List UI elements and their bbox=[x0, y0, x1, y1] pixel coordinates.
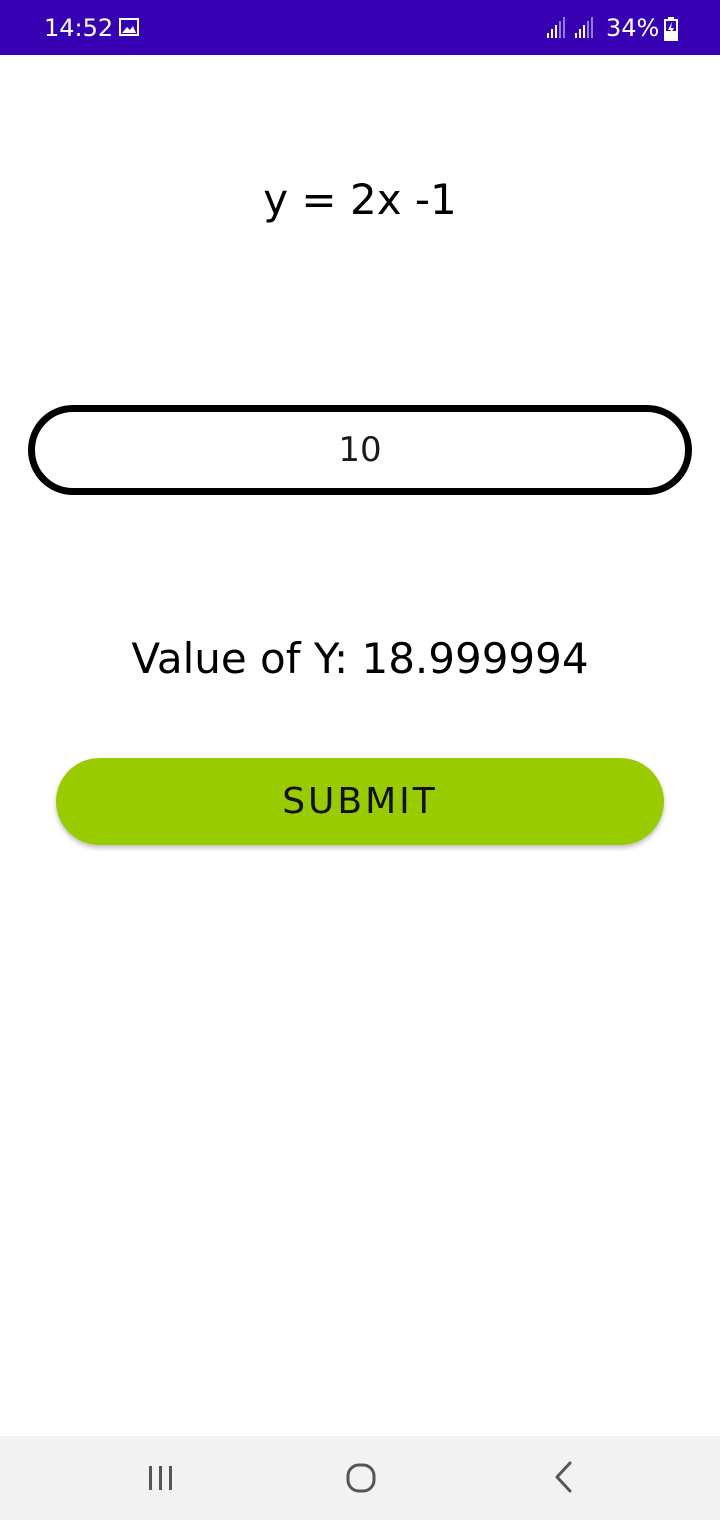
result-label: Value of Y: 18.999994 bbox=[131, 634, 589, 683]
back-icon[interactable] bbox=[552, 1460, 576, 1494]
home-icon[interactable] bbox=[345, 1462, 377, 1494]
signal-icon bbox=[547, 17, 565, 38]
x-input-container[interactable] bbox=[28, 405, 692, 495]
status-time: 14:52 bbox=[44, 14, 114, 42]
gallery-icon bbox=[119, 18, 139, 36]
battery-charging-icon bbox=[664, 17, 678, 41]
navigation-bar bbox=[0, 1436, 720, 1520]
x-value-input[interactable] bbox=[35, 412, 685, 488]
recents-icon[interactable] bbox=[146, 1464, 176, 1492]
status-bar: 14:52 34% bbox=[0, 0, 720, 55]
signal-icon bbox=[575, 17, 593, 38]
battery-percentage: 34% bbox=[606, 14, 660, 42]
equation-label: y = 2x -1 bbox=[263, 175, 457, 224]
submit-button[interactable]: SUBMIT bbox=[56, 758, 664, 845]
